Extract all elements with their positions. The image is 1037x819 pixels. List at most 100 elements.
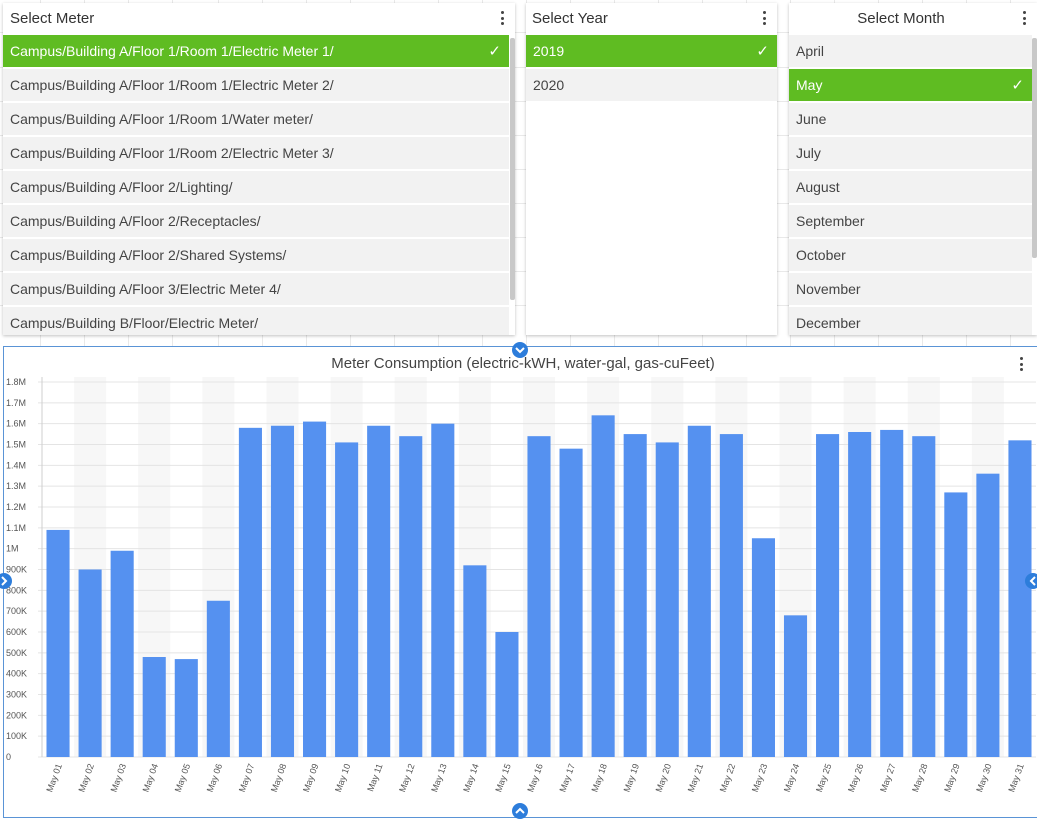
x-tick-label: May 30 <box>974 762 993 793</box>
y-tick-label: 600K <box>6 627 27 637</box>
month-list-item-label: December <box>796 315 861 331</box>
y-tick-label: 1M <box>6 544 19 554</box>
year-panel-header: Select Year <box>526 3 777 35</box>
chart-bar <box>816 434 840 757</box>
chart-bar <box>880 429 904 757</box>
x-tick-label: May 24 <box>782 762 801 793</box>
chart-bar <box>655 442 679 757</box>
meter-panel-title: Select Meter <box>10 10 95 27</box>
chart-bar <box>399 436 423 757</box>
month-panel-menu-icon[interactable] <box>1019 11 1029 25</box>
x-tick-label: May 29 <box>942 762 961 793</box>
x-tick-label: May 28 <box>910 762 929 793</box>
x-tick-label: May 12 <box>397 762 416 793</box>
resize-handle-top-icon[interactable] <box>512 342 528 358</box>
consumption-chart-panel: Meter Consumption (electric-kWH, water-g… <box>3 346 1037 818</box>
meter-list-item[interactable]: Campus/Building B/Floor/Electric Meter/ <box>3 307 509 335</box>
x-tick-label: May 05 <box>173 762 192 793</box>
checkmark-icon: ✓ <box>1011 77 1024 94</box>
year-list-item-label: 2019 <box>533 43 565 59</box>
y-tick-label: 1.5M <box>6 440 26 450</box>
meter-list: Campus/Building A/Floor 1/Room 1/Electri… <box>3 35 515 335</box>
month-list-item[interactable]: May ✓ <box>789 69 1032 102</box>
year-panel-title: Select Year <box>532 10 608 27</box>
y-tick-label: 1.6M <box>6 419 26 429</box>
chart-bar <box>527 436 551 757</box>
meter-panel-menu-icon[interactable] <box>497 11 507 25</box>
month-list-item-label: August <box>796 179 840 195</box>
chart-bar <box>335 442 359 757</box>
meter-list-scrollbar[interactable] <box>510 38 515 300</box>
chart-bar <box>687 425 711 757</box>
chart-bar <box>142 657 166 757</box>
chart-bar <box>463 565 487 757</box>
year-list-item[interactable]: 2020 <box>526 69 777 102</box>
chart-bar <box>303 421 327 757</box>
resize-handle-bottom-icon[interactable] <box>512 803 528 819</box>
month-list-item-label: June <box>796 111 827 127</box>
meter-list-item[interactable]: Campus/Building A/Floor 1/Room 1/Electri… <box>3 69 509 102</box>
month-list-item[interactable]: July <box>789 137 1032 170</box>
month-list-item-label: October <box>796 247 846 263</box>
y-tick-label: 500K <box>6 648 27 658</box>
meter-list-item-label: Campus/Building A/Floor 1/Room 1/Electri… <box>10 43 334 59</box>
meter-list-item[interactable]: Campus/Building A/Floor 2/Receptacles/ <box>3 205 509 238</box>
meter-list-item[interactable]: Campus/Building A/Floor 2/Shared Systems… <box>3 239 509 272</box>
x-tick-label: May 16 <box>525 762 544 793</box>
x-tick-label: May 20 <box>654 762 673 793</box>
meter-list-item[interactable]: Campus/Building A/Floor 3/Electric Meter… <box>3 273 509 306</box>
month-list-item[interactable]: September <box>789 205 1032 238</box>
x-tick-label: May 11 <box>365 762 384 793</box>
meter-list-item[interactable]: Campus/Building A/Floor 1/Room 1/Water m… <box>3 103 509 136</box>
x-tick-label: May 14 <box>461 762 480 793</box>
meter-list-item-label: Campus/Building A/Floor 2/Lighting/ <box>10 179 233 195</box>
x-tick-label: May 10 <box>333 762 352 793</box>
x-tick-label: May 03 <box>109 762 128 793</box>
year-list-item[interactable]: 2019 ✓ <box>526 35 777 68</box>
resize-handle-right-icon[interactable] <box>1025 573 1037 589</box>
x-tick-label: May 27 <box>878 762 897 793</box>
meter-list-item[interactable]: Campus/Building A/Floor 1/Room 2/Electri… <box>3 137 509 170</box>
y-tick-label: 900K <box>6 565 27 575</box>
chart-bar <box>46 529 70 757</box>
month-selector-panel: Select Month April May ✓ June July August Sept… <box>789 3 1037 335</box>
year-list: 2019 ✓ 2020 <box>526 35 777 335</box>
year-panel-menu-icon[interactable] <box>759 11 769 25</box>
checkmark-icon: ✓ <box>488 43 501 60</box>
chart-bar <box>1008 440 1032 757</box>
chart-bar <box>719 434 743 757</box>
month-list-item[interactable]: November <box>789 273 1032 306</box>
y-tick-label: 300K <box>6 690 27 700</box>
chart-bar <box>783 615 808 757</box>
chart-bar <box>270 425 295 757</box>
x-tick-label: May 18 <box>590 762 609 793</box>
month-list-item[interactable]: April <box>789 35 1032 68</box>
chart-bar <box>559 448 583 757</box>
month-list-scrollbar[interactable] <box>1032 38 1037 258</box>
month-list-item-label: July <box>796 145 821 161</box>
meter-list-item-label: Campus/Building A/Floor 2/Receptacles/ <box>10 213 261 229</box>
meter-list-item-label: Campus/Building A/Floor 1/Room 1/Water m… <box>10 111 313 127</box>
x-tick-label: May 04 <box>141 762 160 793</box>
meter-list-item[interactable]: Campus/Building A/Floor 2/Lighting/ <box>3 171 509 204</box>
month-panel-title: Select Month <box>857 10 945 27</box>
y-tick-label: 400K <box>6 669 27 679</box>
x-tick-label: May 21 <box>686 762 705 793</box>
month-list-item[interactable]: August <box>789 171 1032 204</box>
month-list-item[interactable]: June <box>789 103 1032 136</box>
month-list-item[interactable]: December <box>789 307 1032 335</box>
x-tick-label: May 08 <box>269 762 288 793</box>
chart-bar <box>238 427 262 757</box>
month-list-item[interactable]: October <box>789 239 1032 272</box>
chart-bar <box>848 432 872 757</box>
y-tick-label: 1.3M <box>6 481 26 491</box>
chart-bar <box>367 425 391 757</box>
meter-list-item-label: Campus/Building A/Floor 3/Electric Meter… <box>10 281 281 297</box>
chart-bar <box>912 436 936 757</box>
year-list-item-label: 2020 <box>533 77 565 93</box>
y-tick-label: 1.7M <box>6 398 26 408</box>
meter-list-item-label: Campus/Building B/Floor/Electric Meter/ <box>10 315 259 331</box>
bar-chart: 0100K200K300K400K500K600K700K800K900K1M1… <box>6 377 1036 793</box>
y-tick-label: 700K <box>6 606 27 616</box>
meter-list-item[interactable]: Campus/Building A/Floor 1/Room 1/Electri… <box>3 35 509 68</box>
